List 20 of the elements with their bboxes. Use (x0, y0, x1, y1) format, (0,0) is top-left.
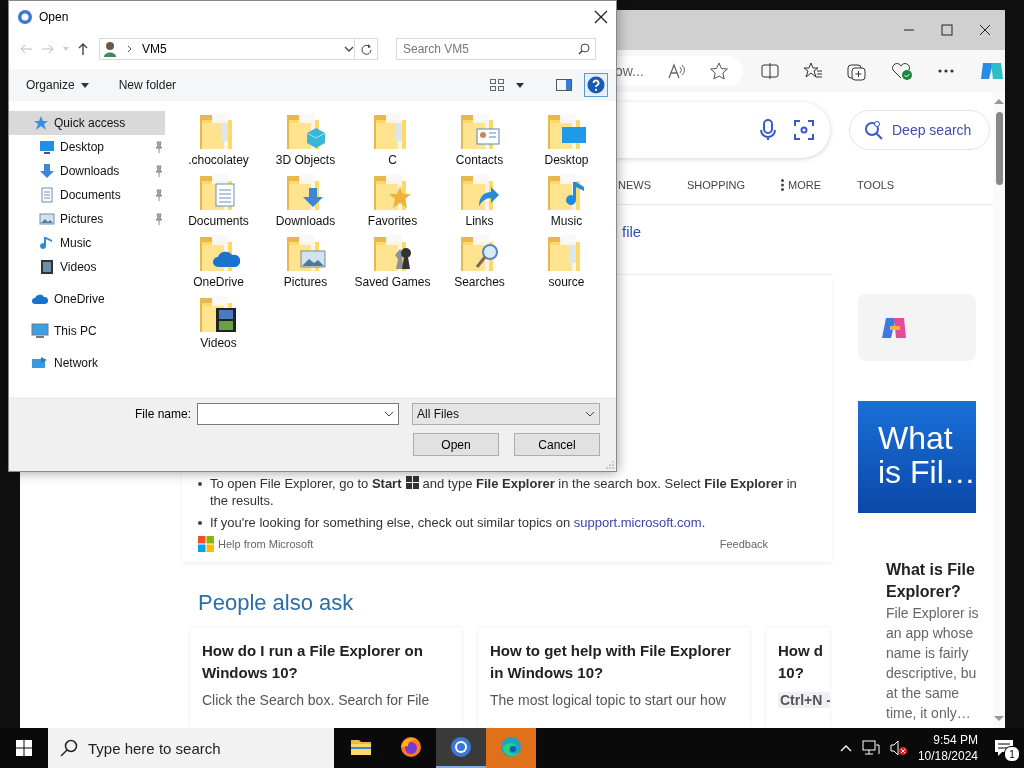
side-text: name is fairly (886, 644, 970, 663)
side-text: descriptive, bu (886, 664, 976, 683)
bullet-text: To open File Explorer, go to Start and type File Explorer in the search box. Select File Explorer in the results. (210, 475, 798, 509)
question-snippet: The most logical topic to start our how (490, 692, 727, 708)
dialog-title: Open (39, 10, 69, 24)
side-text: an app whose (886, 624, 975, 643)
source-label: Help from Microsoft (218, 538, 314, 550)
question-snippet: Click the Search box. Search for File (202, 692, 431, 708)
question-title: How to get help with File Explorer in Windows 10? (490, 641, 732, 683)
side-title: What is File Explorer? (886, 560, 976, 602)
file-name-label: File name: (134, 407, 191, 421)
side-text: time, it only… (886, 704, 972, 723)
question-title: How do I run a File Explorer on Windows 10? (202, 641, 424, 683)
question-snippet: Ctrl+N - (778, 692, 830, 708)
side-text: at the same (886, 684, 961, 703)
section-heading: People also ask (198, 590, 355, 616)
bullet-text: If you're looking for something else, check out similar topics on support.microsoft.com. (210, 514, 706, 531)
side-text: File Explorer is (886, 604, 976, 623)
question-title: How d 10? (778, 641, 824, 683)
notification-badge: 1 (1004, 746, 1020, 762)
